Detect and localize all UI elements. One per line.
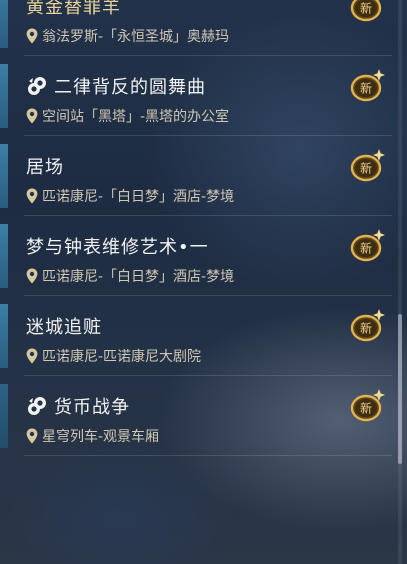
accent-bar <box>0 384 8 448</box>
quest-location: 翁法罗斯-「永恒圣城」奥赫玛 <box>42 29 230 45</box>
svg-text:新: 新 <box>360 1 372 16</box>
svg-text:新: 新 <box>360 401 372 416</box>
quest-title: 黄金替罪羊 <box>26 0 121 18</box>
companion-quest-icon <box>26 395 48 417</box>
new-badge-icon: 新 <box>350 228 386 262</box>
companion-quest-icon <box>26 75 48 97</box>
quest-item[interactable]: 货币战争 星穹列车-观景车厢 新 <box>0 376 392 456</box>
scrollbar[interactable] <box>398 0 402 564</box>
new-badge-icon: 新 <box>350 308 386 342</box>
quest-title: 迷城追赃 <box>26 317 102 338</box>
quest-location: 匹诺康尼-「白日梦」酒店-梦境 <box>42 269 235 285</box>
new-badge-icon: 新 <box>350 148 386 182</box>
quest-title: 居场 <box>26 157 64 178</box>
location-pin-icon <box>26 348 38 364</box>
new-badge-icon: 新 <box>350 388 386 422</box>
accent-bar <box>0 0 8 48</box>
location-pin-icon <box>26 428 38 444</box>
quest-list: 黄金替罪羊 翁法罗斯-「永恒圣城」奥赫玛 新 二律背反的圆舞曲 空间站「黑塔」-… <box>0 0 392 456</box>
quest-location: 匹诺康尼-「白日梦」酒店-梦境 <box>42 189 235 205</box>
quest-title: 梦与钟表维修艺术•一 <box>26 237 209 258</box>
quest-item[interactable]: 迷城追赃 匹诺康尼-匹诺康尼大剧院 新 <box>0 296 392 376</box>
quest-item[interactable]: 居场 匹诺康尼-「白日梦」酒店-梦境 新 <box>0 136 392 216</box>
quest-item[interactable]: 梦与钟表维修艺术•一 匹诺康尼-「白日梦」酒店-梦境 新 <box>0 216 392 296</box>
accent-bar <box>0 224 8 288</box>
quest-location: 空间站「黑塔」-黑塔的办公室 <box>42 109 230 125</box>
quest-title: 二律背反的圆舞曲 <box>54 77 206 98</box>
accent-bar <box>0 304 8 368</box>
svg-text:新: 新 <box>360 321 372 336</box>
svg-text:新: 新 <box>360 241 372 256</box>
accent-bar <box>0 144 8 208</box>
location-pin-icon <box>26 268 38 284</box>
svg-text:新: 新 <box>360 81 372 96</box>
quest-title: 货币战争 <box>54 397 130 418</box>
divider <box>24 455 392 456</box>
new-badge-icon: 新 <box>350 0 386 22</box>
quest-location: 星穹列车-观景车厢 <box>42 429 160 445</box>
new-badge-icon: 新 <box>350 68 386 102</box>
location-pin-icon <box>26 28 38 44</box>
accent-bar <box>0 64 8 128</box>
quest-item[interactable]: 黄金替罪羊 翁法罗斯-「永恒圣城」奥赫玛 新 <box>0 0 392 56</box>
svg-text:新: 新 <box>360 161 372 176</box>
location-pin-icon <box>26 188 38 204</box>
location-pin-icon <box>26 108 38 124</box>
quest-item[interactable]: 二律背反的圆舞曲 空间站「黑塔」-黑塔的办公室 新 <box>0 56 392 136</box>
scrollbar-thumb[interactable] <box>398 314 402 464</box>
quest-location: 匹诺康尼-匹诺康尼大剧院 <box>42 349 202 365</box>
